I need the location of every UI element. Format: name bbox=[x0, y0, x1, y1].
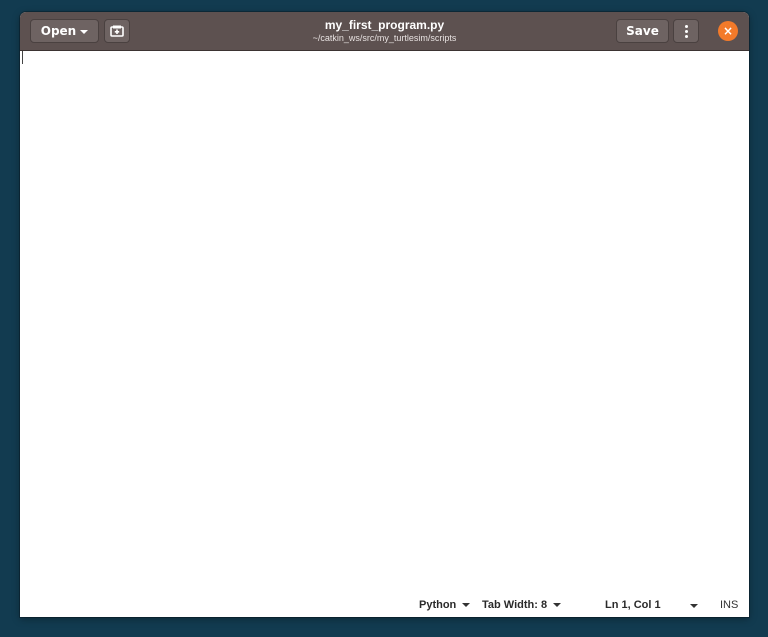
desktop-background: Open my_first_program.py ~/catkin_ws/src… bbox=[0, 0, 768, 637]
language-label: Python bbox=[419, 599, 457, 611]
menu-button[interactable] bbox=[673, 19, 699, 43]
window-title: my_first_program.py bbox=[324, 18, 445, 32]
chevron-down-icon bbox=[553, 603, 562, 607]
header-bar: Open my_first_program.py ~/catkin_ws/src… bbox=[20, 12, 749, 51]
window-title-block: my_first_program.py ~/catkin_ws/src/my_t… bbox=[220, 18, 549, 44]
new-document-button[interactable] bbox=[104, 19, 130, 43]
open-button[interactable]: Open bbox=[30, 19, 99, 43]
window-subtitle: ~/catkin_ws/src/my_turtlesim/scripts bbox=[312, 33, 457, 43]
insert-mode-indicator: INS bbox=[720, 599, 739, 611]
chevron-down-icon bbox=[80, 29, 89, 34]
chevron-down-icon[interactable] bbox=[690, 604, 698, 608]
tab-width-selector[interactable]: Tab Width: 8 bbox=[482, 599, 562, 611]
status-bar: Python Tab Width: 8 Ln 1, Col 1 INS bbox=[20, 595, 749, 617]
chevron-down-icon bbox=[462, 603, 471, 607]
vertical-dots-icon bbox=[684, 24, 688, 38]
close-button[interactable]: × bbox=[718, 21, 738, 41]
text-editor-window: Open my_first_program.py ~/catkin_ws/src… bbox=[20, 12, 749, 617]
close-icon: × bbox=[722, 24, 734, 38]
save-button-label: Save bbox=[626, 24, 659, 38]
text-cursor bbox=[22, 51, 23, 64]
open-button-label: Open bbox=[40, 24, 77, 38]
language-selector[interactable]: Python bbox=[419, 599, 471, 611]
new-document-icon bbox=[110, 25, 124, 37]
cursor-position-label: Ln 1, Col 1 bbox=[605, 599, 661, 611]
cursor-position-selector[interactable]: Ln 1, Col 1 bbox=[605, 599, 661, 611]
text-editor-area[interactable] bbox=[20, 51, 749, 591]
save-button[interactable]: Save bbox=[616, 19, 669, 43]
tab-width-label: Tab Width: 8 bbox=[482, 599, 548, 611]
